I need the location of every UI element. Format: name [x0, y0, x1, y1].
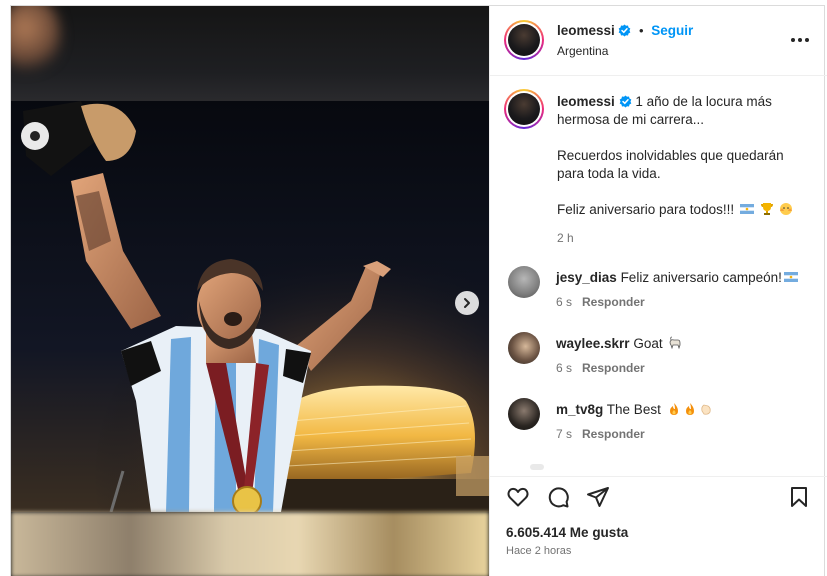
- heart-icon: [507, 487, 529, 507]
- caption-timestamp[interactable]: 2 h: [557, 231, 574, 245]
- reply-button[interactable]: Responder: [582, 361, 645, 375]
- comment-bubble-icon: [548, 487, 569, 508]
- comment-body: waylee.skrr Goat: [556, 336, 682, 351]
- verified-badge-icon: [619, 24, 631, 37]
- comment-item: m_tv8g The Best 7 s Responder: [490, 396, 827, 446]
- comment-time[interactable]: 6 s: [556, 361, 572, 375]
- caption-last-line: Feliz aniversario para todos!!!: [557, 201, 793, 219]
- comment-username[interactable]: m_tv8g: [556, 402, 603, 417]
- comment-username[interactable]: waylee.skrr: [556, 336, 630, 351]
- post-actions-bar: [490, 476, 827, 516]
- media-blur-bottom: [11, 512, 489, 576]
- caption-text-line-2: hermosa de mi carrera...: [557, 112, 705, 127]
- like-button[interactable]: [504, 483, 532, 511]
- post-header: leomessi • Seguir Argentina: [490, 6, 827, 76]
- more-horizontal-icon: [791, 38, 809, 42]
- reply-button[interactable]: Responder: [582, 295, 645, 309]
- separator-dot: •: [639, 23, 644, 38]
- comment-time[interactable]: 6 s: [556, 295, 572, 309]
- chevron-right-icon: [464, 298, 470, 308]
- comment-button[interactable]: [544, 483, 572, 511]
- caption-text-line-5: Feliz aniversario para todos!!!: [557, 202, 735, 217]
- fire-emoji-icon: [685, 403, 694, 415]
- comment-meta: 7 s Responder: [556, 427, 645, 441]
- comments-scroll-hint: [530, 464, 544, 470]
- comment-body: jesy_dias Feliz aniversario campeón!: [556, 270, 798, 285]
- trophy-emoji-icon: [760, 203, 773, 215]
- comment-avatar[interactable]: [508, 332, 540, 364]
- comment-text: Feliz aniversario campeón!: [620, 270, 782, 285]
- goat-emoji-icon: [669, 336, 681, 350]
- post-location[interactable]: Argentina: [557, 44, 608, 58]
- paper-plane-icon: [587, 487, 609, 507]
- face-holding-back-emoji-icon: [780, 203, 793, 215]
- caption-text-line-1: 1 año de la locura más: [635, 94, 772, 109]
- next-photo-button[interactable]: [455, 291, 479, 315]
- more-options-button[interactable]: [788, 32, 812, 48]
- comment-avatar[interactable]: [508, 266, 540, 298]
- caption-first-line: leomessi 1 año de la locura más: [557, 93, 772, 111]
- comment-avatar[interactable]: [508, 398, 540, 430]
- post-dialog: leomessi • Seguir Argentina leomessi 1 a…: [10, 5, 827, 576]
- celebration-photo: [11, 101, 489, 512]
- bookmark-icon: [791, 487, 807, 507]
- comment-item: waylee.skrr Goat 6 s Responder: [490, 330, 827, 380]
- comment-meta: 6 s Responder: [556, 295, 645, 309]
- follow-button[interactable]: Seguir: [651, 23, 693, 38]
- media-blur-top: [11, 6, 489, 101]
- save-button[interactable]: [785, 483, 813, 511]
- comment-body: m_tv8g The Best: [556, 402, 713, 417]
- author-avatar[interactable]: [504, 20, 544, 60]
- post-sidebar: leomessi • Seguir Argentina leomessi 1 a…: [489, 6, 827, 576]
- comment-meta: 6 s Responder: [556, 361, 645, 375]
- fire-emoji-icon: [669, 403, 678, 415]
- clapping-hands-emoji-icon: [700, 404, 711, 415]
- caption-author-username[interactable]: leomessi: [557, 94, 615, 109]
- verified-badge-icon: [619, 95, 631, 108]
- comment-text: Goat: [633, 336, 663, 351]
- post-media[interactable]: [11, 6, 489, 576]
- post-time[interactable]: Hace 2 horas: [506, 545, 571, 557]
- argentina-flag-emoji-icon: [739, 204, 754, 214]
- share-button[interactable]: [584, 483, 612, 511]
- argentina-flag-emoji-icon: [783, 272, 798, 282]
- caption-author-avatar[interactable]: [504, 89, 544, 129]
- post-photo[interactable]: [11, 101, 489, 512]
- likes-count[interactable]: 6.605.414 Me gusta: [506, 525, 628, 540]
- caption-text-line-4: para toda la vida.: [557, 166, 661, 181]
- comment-item: jesy_dias Feliz aniversario campeón! 6 s…: [490, 264, 827, 314]
- author-username[interactable]: leomessi: [557, 23, 615, 38]
- comment-text: The Best: [606, 402, 661, 417]
- comment-username[interactable]: jesy_dias: [556, 270, 617, 285]
- reply-button[interactable]: Responder: [582, 427, 645, 441]
- comment-time[interactable]: 7 s: [556, 427, 572, 441]
- caption-text-line-3: Recuerdos inolvidables que quedarán: [557, 148, 784, 163]
